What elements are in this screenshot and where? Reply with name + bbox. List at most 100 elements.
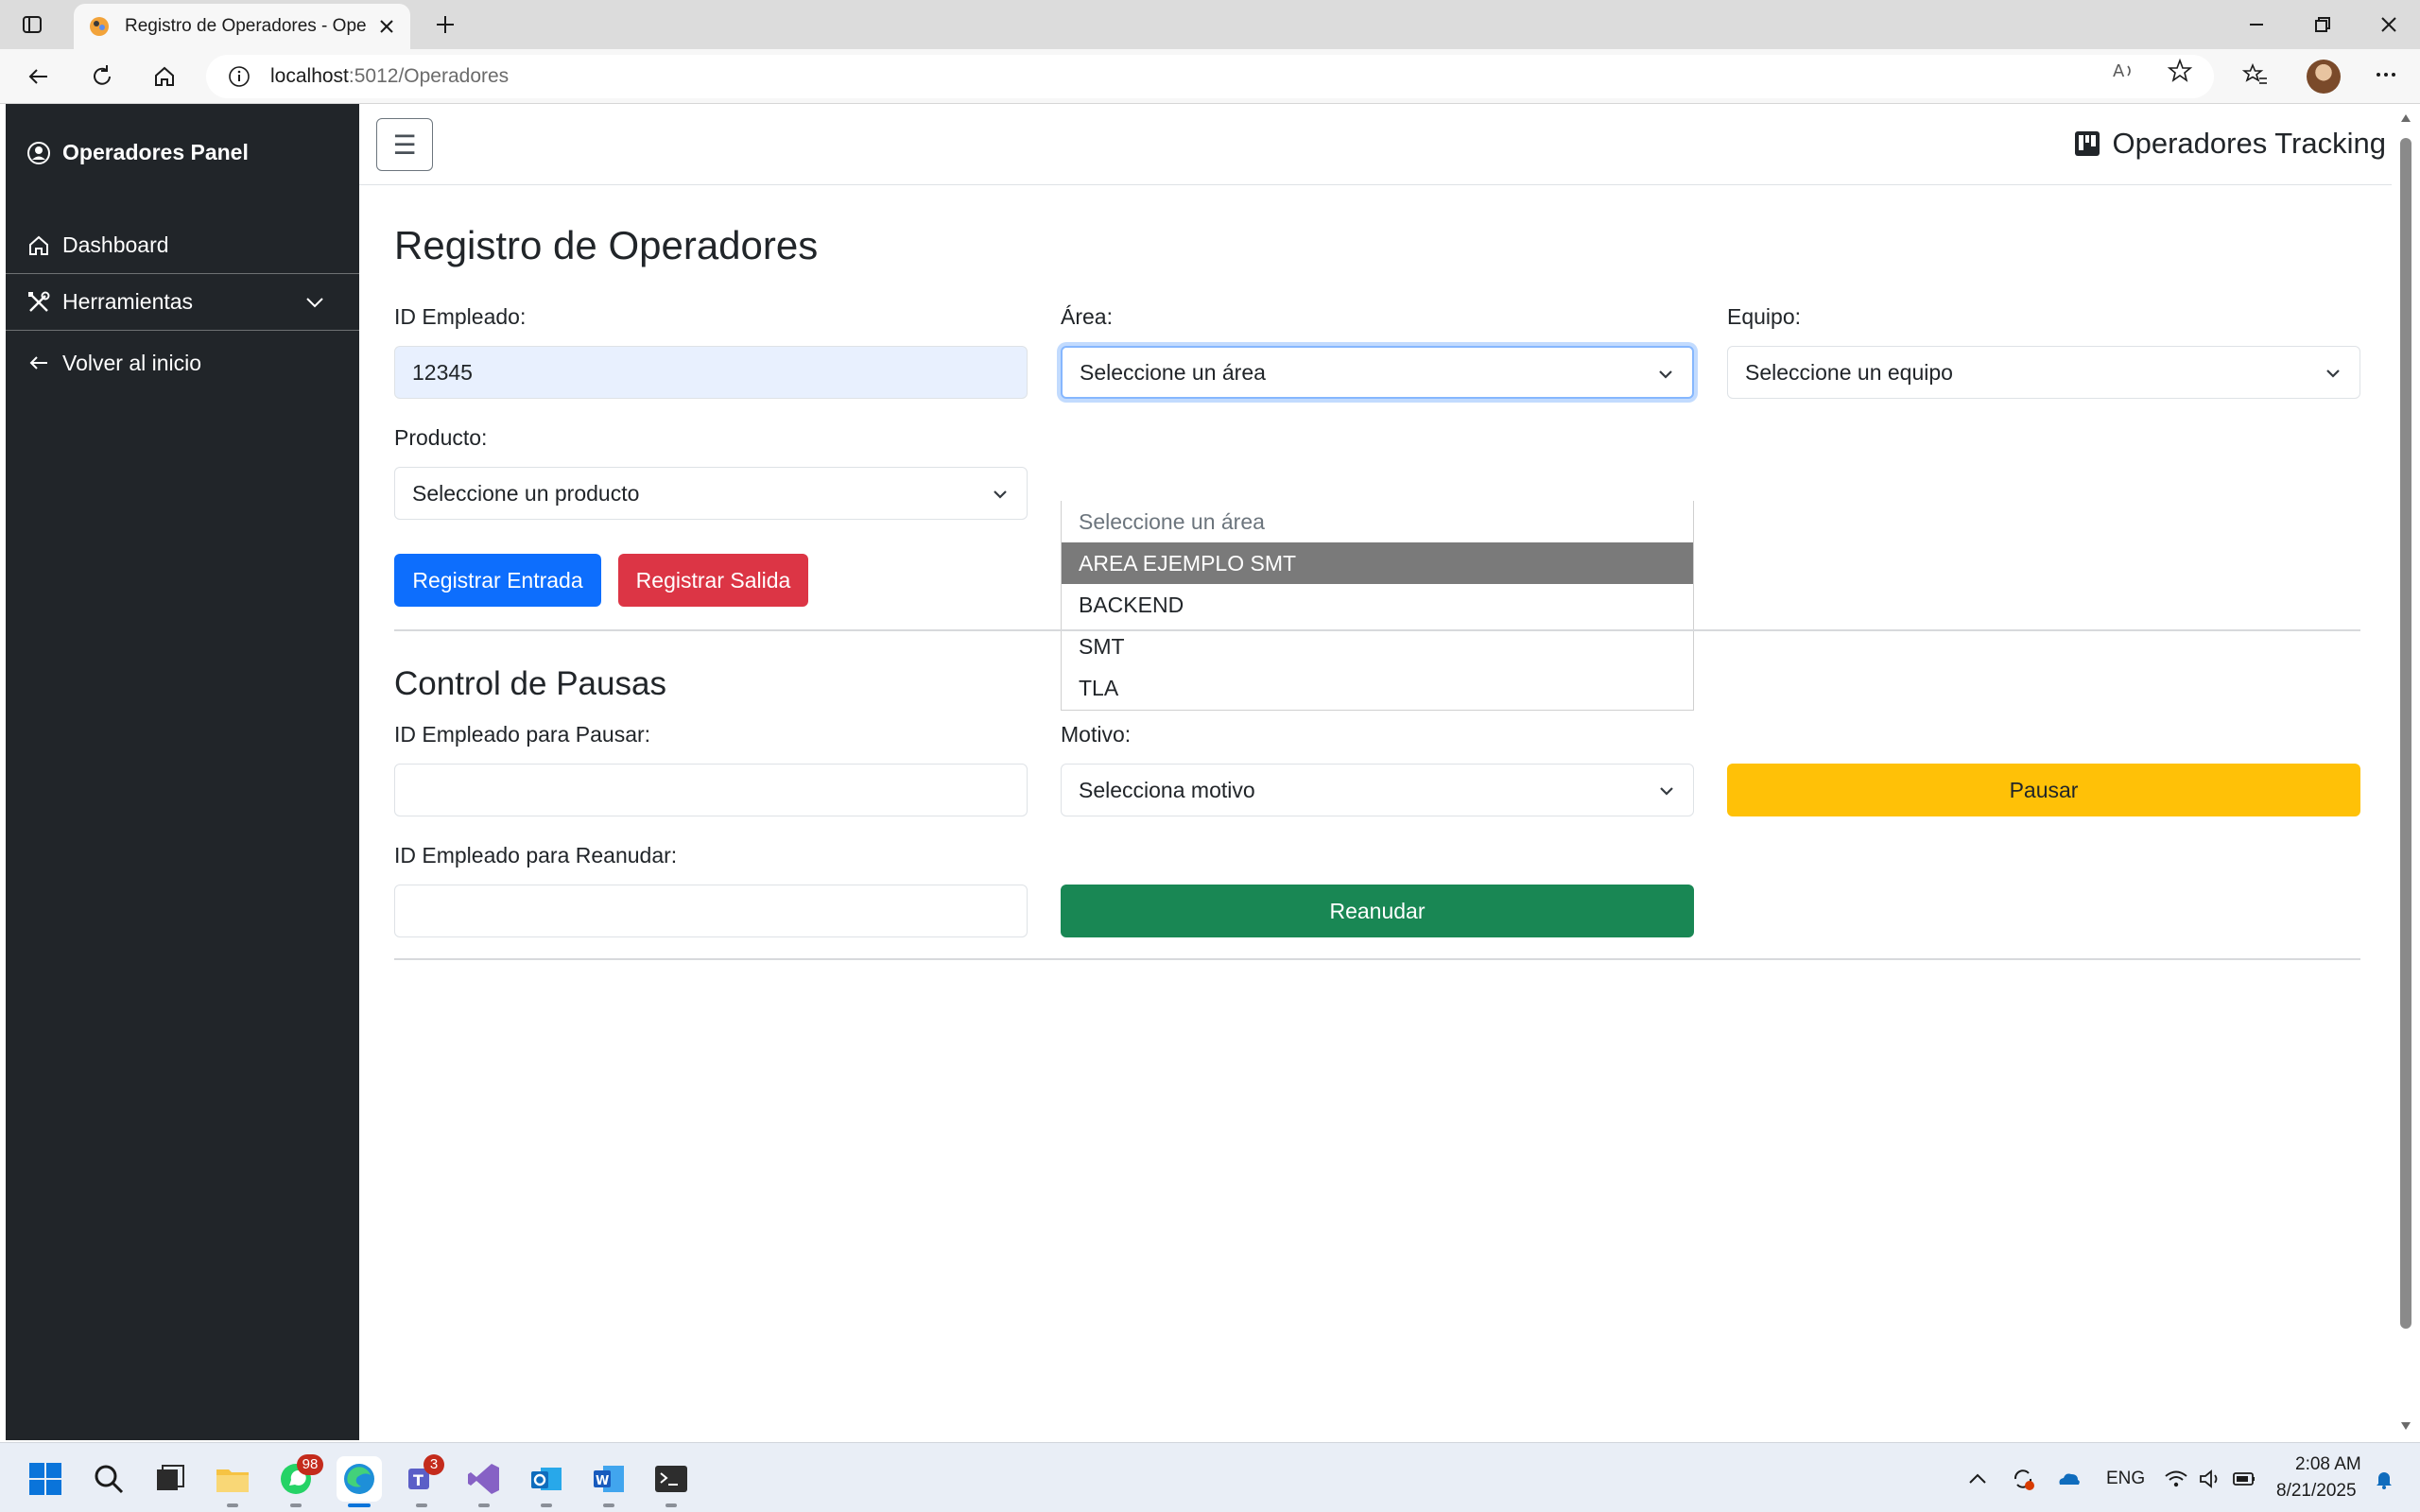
browser-toolbar: localhost:5012/Operadores A: [0, 49, 2420, 104]
profile-avatar[interactable]: [2307, 60, 2341, 94]
sidebar-item-volver[interactable]: Volver al inicio: [6, 335, 359, 391]
sidebar-item-herramientas[interactable]: Herramientas: [6, 274, 359, 331]
volume-icon[interactable]: [2197, 1466, 2223, 1492]
running-indicator: [603, 1503, 614, 1507]
url-path: :5012/Operadores: [348, 65, 510, 87]
windows-start-icon[interactable]: [26, 1460, 64, 1498]
site-info-icon[interactable]: [227, 64, 251, 89]
equipo-label: Equipo:: [1727, 304, 1802, 329]
onedrive-icon[interactable]: [2055, 1466, 2082, 1492]
read-aloud-icon[interactable]: A: [2110, 58, 2136, 84]
notification-bell-icon[interactable]: [2371, 1466, 2397, 1492]
terminal-icon[interactable]: [652, 1460, 690, 1498]
sidebar-item-label: Dashboard: [62, 232, 169, 257]
pausas-section-title: Control de Pausas: [394, 665, 666, 702]
sync-icon[interactable]: [2010, 1466, 2036, 1492]
id-empleado-label: ID Empleado:: [394, 304, 527, 329]
language-indicator[interactable]: ENG: [2106, 1469, 2145, 1489]
tab-actions-icon[interactable]: [19, 11, 45, 38]
id-empleado-value: 12345: [412, 359, 473, 385]
arrow-left-icon: [29, 356, 47, 369]
scroll-thumb[interactable]: [2400, 138, 2411, 1329]
reanudar-id-input[interactable]: [394, 885, 1028, 937]
id-empleado-input[interactable]: 12345: [394, 346, 1028, 399]
browser-tab[interactable]: Registro de Operadores - Operad: [74, 4, 410, 49]
running-indicator: [416, 1503, 427, 1507]
running-indicator: [666, 1503, 677, 1507]
motivo-select-value: Selecciona motivo: [1079, 777, 1255, 802]
producto-select[interactable]: Seleccione un producto: [394, 467, 1028, 520]
close-window-icon[interactable]: [2375, 10, 2403, 39]
chevron-down-icon: [1660, 787, 1673, 796]
equipo-select[interactable]: Seleccione un equipo: [1727, 346, 2360, 399]
chevron-down-icon: [306, 298, 323, 308]
area-option[interactable]: TLA: [1062, 667, 1693, 709]
sidebar-brand[interactable]: Operadores Panel: [26, 140, 249, 165]
edge-browser-icon[interactable]: [340, 1460, 378, 1498]
area-option-highlighted[interactable]: AREA EJEMPLO SMT: [1062, 542, 1693, 584]
favorite-star-icon[interactable]: [2167, 58, 2193, 84]
area-select-value: Seleccione un área: [1080, 359, 1266, 385]
pausar-button[interactable]: Pausar: [1727, 764, 2360, 816]
word-icon[interactable]: W: [590, 1460, 628, 1498]
whatsapp-badge: 98: [297, 1454, 323, 1475]
site-favicon-icon: [90, 17, 109, 36]
sidebar: Operadores Panel Dashboard Herramientas …: [6, 104, 359, 1440]
file-explorer-icon[interactable]: [214, 1460, 251, 1498]
area-option[interactable]: BACKEND: [1062, 584, 1693, 626]
battery-icon[interactable]: [2231, 1466, 2257, 1492]
address-bar[interactable]: localhost:5012/Operadores: [206, 55, 2214, 98]
more-options-icon[interactable]: [2373, 61, 2399, 88]
svg-text:W: W: [596, 1474, 609, 1488]
task-view-icon[interactable]: [151, 1460, 189, 1498]
section-divider: [394, 958, 2360, 960]
area-option[interactable]: Seleccione un área: [1062, 501, 1693, 542]
outlook-icon[interactable]: [527, 1460, 565, 1498]
motivo-select[interactable]: Selecciona motivo: [1061, 764, 1694, 816]
producto-label: Producto:: [394, 425, 488, 450]
sidebar-brand-text: Operadores Panel: [62, 140, 249, 164]
home-browser-icon[interactable]: [149, 61, 180, 92]
restore-icon[interactable]: [2308, 10, 2337, 39]
registrar-salida-button[interactable]: Registrar Salida: [618, 554, 808, 607]
minimize-icon[interactable]: [2242, 10, 2271, 39]
active-indicator: [348, 1503, 371, 1507]
visual-studio-icon[interactable]: [465, 1460, 503, 1498]
scroll-up-icon[interactable]: [2399, 112, 2412, 125]
top-navbar: ☰ Operadores Tracking: [359, 104, 2392, 185]
equipo-select-value: Seleccione un equipo: [1745, 359, 1953, 385]
refresh-icon[interactable]: [87, 61, 117, 92]
navbar-brand[interactable]: Operadores Tracking: [2073, 127, 2386, 161]
menu-toggle-button[interactable]: ☰: [376, 118, 433, 171]
reanudar-id-label: ID Empleado para Reanudar:: [394, 843, 678, 868]
wifi-icon[interactable]: [2163, 1466, 2189, 1492]
close-tab-icon[interactable]: [376, 16, 397, 37]
user-circle-icon: [27, 141, 50, 164]
running-indicator: [290, 1503, 302, 1507]
sidebar-item-label: Herramientas: [62, 289, 194, 314]
area-dropdown-list: Seleccione un área AREA EJEMPLO SMT BACK…: [1061, 501, 1694, 711]
page-scrollbar[interactable]: [2392, 104, 2420, 1440]
pausar-id-input[interactable]: [394, 764, 1028, 816]
sidebar-item-dashboard[interactable]: Dashboard: [6, 217, 359, 274]
search-icon[interactable]: [90, 1460, 128, 1498]
page-title: Registro de Operadores: [394, 223, 819, 267]
windows-taskbar: 98 T 3 W ENG 2:08 AM 8/21/2025: [0, 1442, 2420, 1512]
favorites-icon[interactable]: [2242, 61, 2269, 88]
pausar-id-label: ID Empleado para Pausar:: [394, 722, 651, 747]
browser-tab-bar: Registro de Operadores - Operad: [0, 0, 2420, 49]
area-option[interactable]: SMT: [1062, 626, 1693, 667]
hamburger-icon: ☰: [392, 129, 417, 160]
new-tab-icon[interactable]: [431, 10, 459, 39]
section-divider: [394, 629, 2360, 631]
reanudar-button[interactable]: Reanudar: [1061, 885, 1694, 937]
kanban-icon: [2074, 131, 2100, 156]
back-icon[interactable]: [23, 61, 53, 92]
clock-time[interactable]: 2:08 AM: [2295, 1454, 2361, 1475]
area-select[interactable]: Seleccione un área: [1061, 346, 1694, 399]
sidebar-item-label: Volver al inicio: [62, 350, 202, 375]
chevron-up-icon[interactable]: [1964, 1466, 1991, 1492]
registrar-entrada-button[interactable]: Registrar Entrada: [394, 554, 601, 607]
clock-date[interactable]: 8/21/2025: [2276, 1481, 2357, 1502]
scroll-down-icon[interactable]: [2399, 1419, 2412, 1433]
